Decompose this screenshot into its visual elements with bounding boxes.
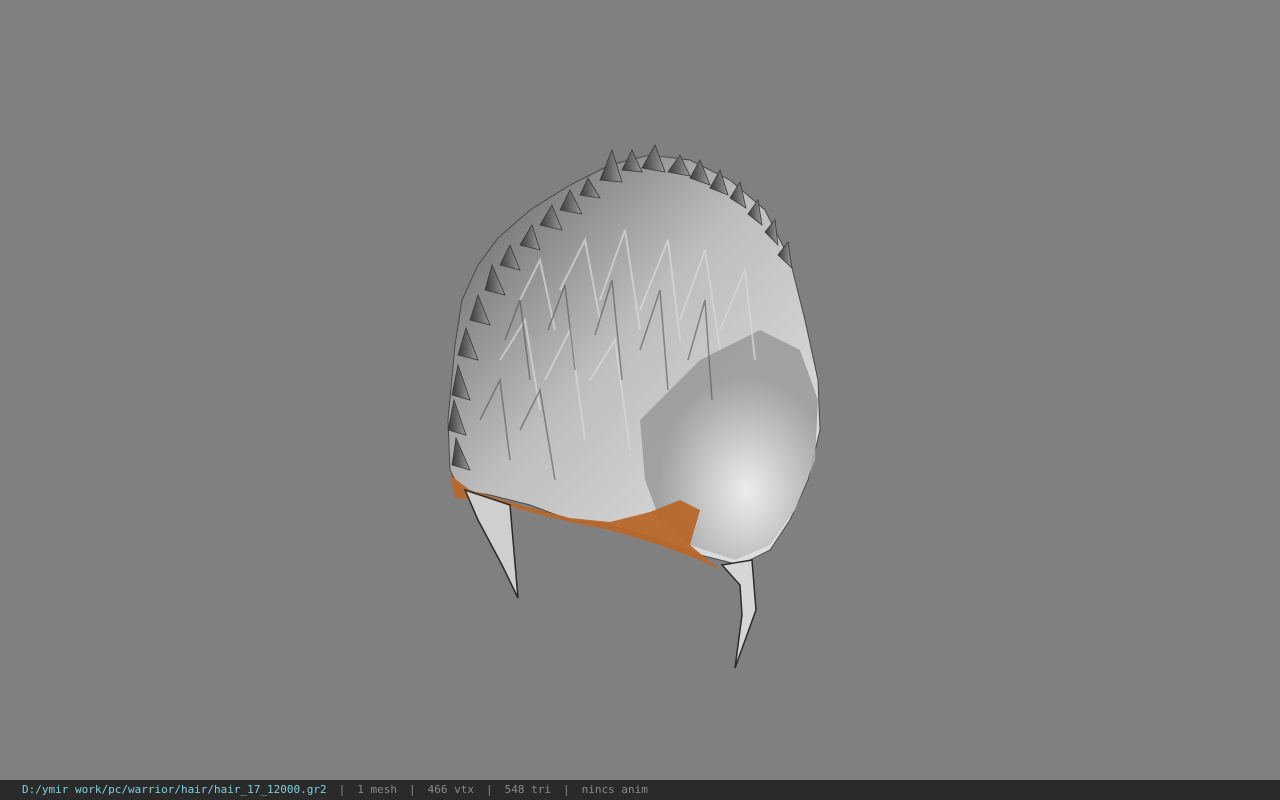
separator: | [409,783,416,796]
file-path: D:/ymir work/pc/warrior/hair/hair_17_120… [22,783,327,796]
separator: | [562,783,570,796]
status-bar: D:/ymir work/pc/warrior/hair/hair_17_120… [0,780,1280,800]
animation-status: nincs anim [581,783,648,796]
mesh-count: 1 mesh [357,783,398,796]
hair-model [447,144,821,669]
vertex-count: 466 vtx [427,783,474,796]
3d-viewport[interactable] [0,0,1280,780]
separator: | [338,783,346,796]
triangle-count: 548 tri [504,783,551,796]
separator: | [486,783,493,796]
